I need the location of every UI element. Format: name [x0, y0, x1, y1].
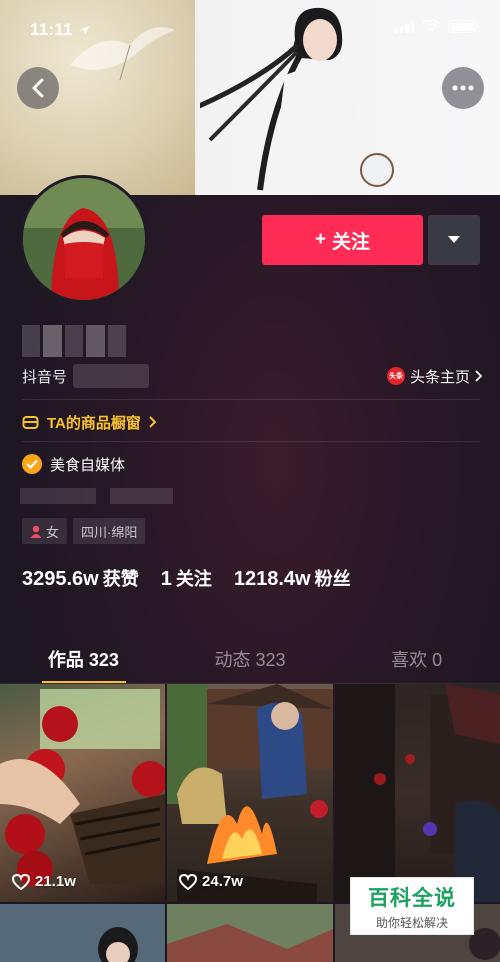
tab-likes[interactable]: 喜欢 0 [333, 640, 500, 683]
watermark-title: 百科全说 [368, 886, 456, 910]
follow-label: 关注 [332, 231, 371, 253]
watermark-subtitle: 助你轻松解决 [375, 915, 448, 930]
verification-row: 美食自媒体 [22, 452, 125, 476]
account-id-redacted [73, 364, 150, 388]
toutiao-logo-icon: 头条 [386, 367, 405, 385]
toutiao-homepage-link[interactable]: 头条 头条主页 [386, 366, 482, 387]
location-label: 四川·绵阳 [81, 524, 138, 540]
recommend-dropdown-button[interactable] [428, 215, 480, 265]
chevron-left-icon [32, 78, 44, 98]
location-arrow-icon [79, 25, 89, 35]
profile-tags: 女 四川·绵阳 [22, 518, 146, 544]
more-button[interactable] [442, 67, 484, 109]
divider [22, 441, 480, 442]
likes-count: 3295.6w [22, 568, 99, 590]
bio-redacted [110, 488, 173, 504]
heart-outline-icon [179, 873, 197, 890]
video-thumbnail[interactable] [0, 904, 165, 962]
location-tag: 四川·绵阳 [73, 518, 146, 544]
likes-label: 获赞 [102, 569, 139, 589]
chevron-right-icon [149, 416, 156, 428]
toutiao-label: 头条主页 [409, 368, 470, 386]
followers-stat[interactable]: 1218.4w 粉丝 [234, 565, 351, 591]
video-likes: 21.1w [12, 873, 76, 890]
gender-tag: 女 [22, 518, 68, 544]
cellular-signal-icon [394, 20, 414, 33]
video-thumbnail[interactable]: 21.1w [0, 684, 165, 902]
watermark-badge: 百科全说 助你轻松解决 [350, 877, 474, 935]
follow-button[interactable]: + 关注 [262, 215, 423, 265]
video-thumbnail[interactable] [335, 684, 500, 902]
battery-icon [448, 20, 479, 33]
video-thumbnail[interactable]: 24.7w [167, 684, 333, 902]
heart-outline-icon [12, 873, 30, 890]
shop-window-link[interactable]: TA的商品橱窗 [22, 410, 156, 434]
avatar-image [23, 178, 145, 300]
divider [22, 399, 480, 400]
status-time: 11:11 [30, 20, 73, 39]
shop-icon [22, 416, 39, 429]
wifi-icon [422, 20, 440, 32]
female-icon [30, 525, 42, 538]
shop-window-label: TA的商品橱窗 [47, 414, 141, 432]
tab-dynamics[interactable]: 动态 323 [167, 640, 334, 683]
back-button[interactable] [17, 67, 59, 109]
account-id-row: 抖音号 头条 头条主页 [22, 362, 482, 390]
cooking-fire-image [167, 684, 333, 902]
portrait-image [0, 904, 165, 962]
caret-down-icon [448, 236, 460, 243]
username-redacted [22, 325, 127, 357]
village-image [167, 904, 333, 962]
video-likes: 24.7w [179, 873, 243, 890]
followers-count: 1218.4w [233, 568, 311, 590]
following-label: 关注 [175, 569, 212, 589]
gender-label: 女 [46, 524, 60, 540]
likes-stat: 3295.6w 获赞 [22, 565, 139, 591]
following-stat[interactable]: 1 关注 [161, 565, 212, 591]
verification-label: 美食自媒体 [50, 456, 126, 474]
hawthorn-candy-image [0, 689, 165, 887]
chevron-right-icon [475, 370, 482, 382]
followers-label: 粉丝 [314, 569, 351, 589]
avatar[interactable] [20, 175, 148, 303]
bio-redacted [20, 488, 96, 504]
profile-stats: 3295.6w 获赞 1 关注 1218.4w 粉丝 [22, 565, 351, 591]
status-bar: 11:11 [0, 0, 500, 60]
tab-works[interactable]: 作品 323 [0, 640, 167, 683]
following-count: 1 [160, 568, 172, 590]
video-thumbnail[interactable] [167, 904, 333, 962]
ellipsis-icon [452, 85, 474, 91]
content-tabs: 作品 323 动态 323 喜欢 0 [0, 640, 500, 684]
video-likes-count: 24.7w [202, 873, 243, 890]
verified-check-icon [22, 454, 42, 474]
account-id-label: 抖音号 [22, 368, 68, 386]
plus-icon: + [314, 229, 327, 250]
video-likes-count: 21.1w [35, 873, 76, 890]
workshop-image [335, 684, 500, 902]
